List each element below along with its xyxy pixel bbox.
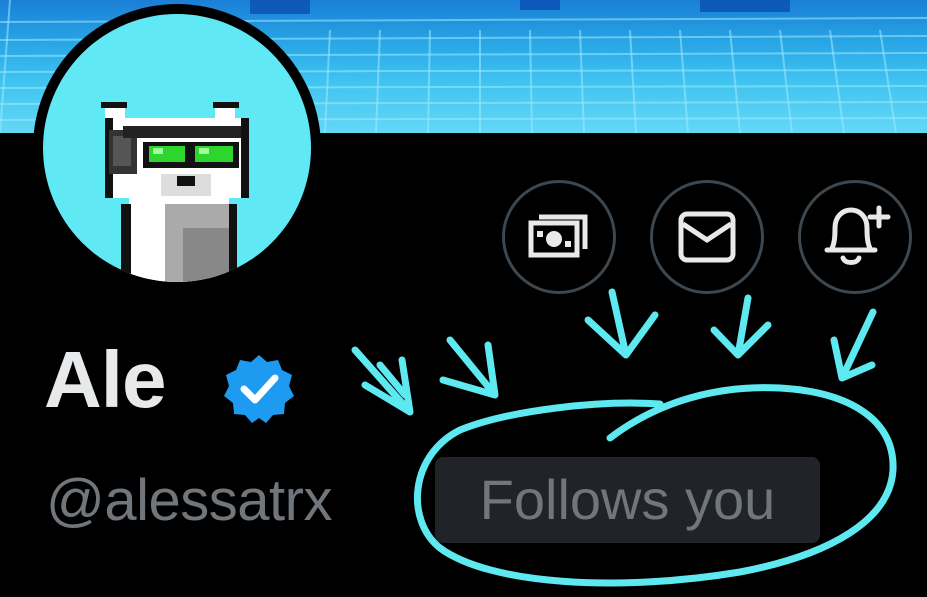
display-name: Ale — [44, 335, 166, 424]
mail-icon — [678, 211, 736, 263]
message-button[interactable] — [650, 180, 764, 294]
bell-plus-icon — [824, 205, 891, 265]
follows-you-badge: Follows you — [435, 457, 820, 543]
profile-handle: @alessatrx — [46, 468, 332, 533]
verified-badge-icon — [224, 355, 294, 423]
tip-button[interactable] — [502, 180, 616, 294]
avatar[interactable] — [33, 4, 321, 292]
money-icon — [528, 214, 588, 258]
pixel-bear-avatar-icon — [101, 102, 249, 282]
notify-button[interactable] — [798, 180, 912, 294]
avatar-image — [43, 14, 311, 282]
